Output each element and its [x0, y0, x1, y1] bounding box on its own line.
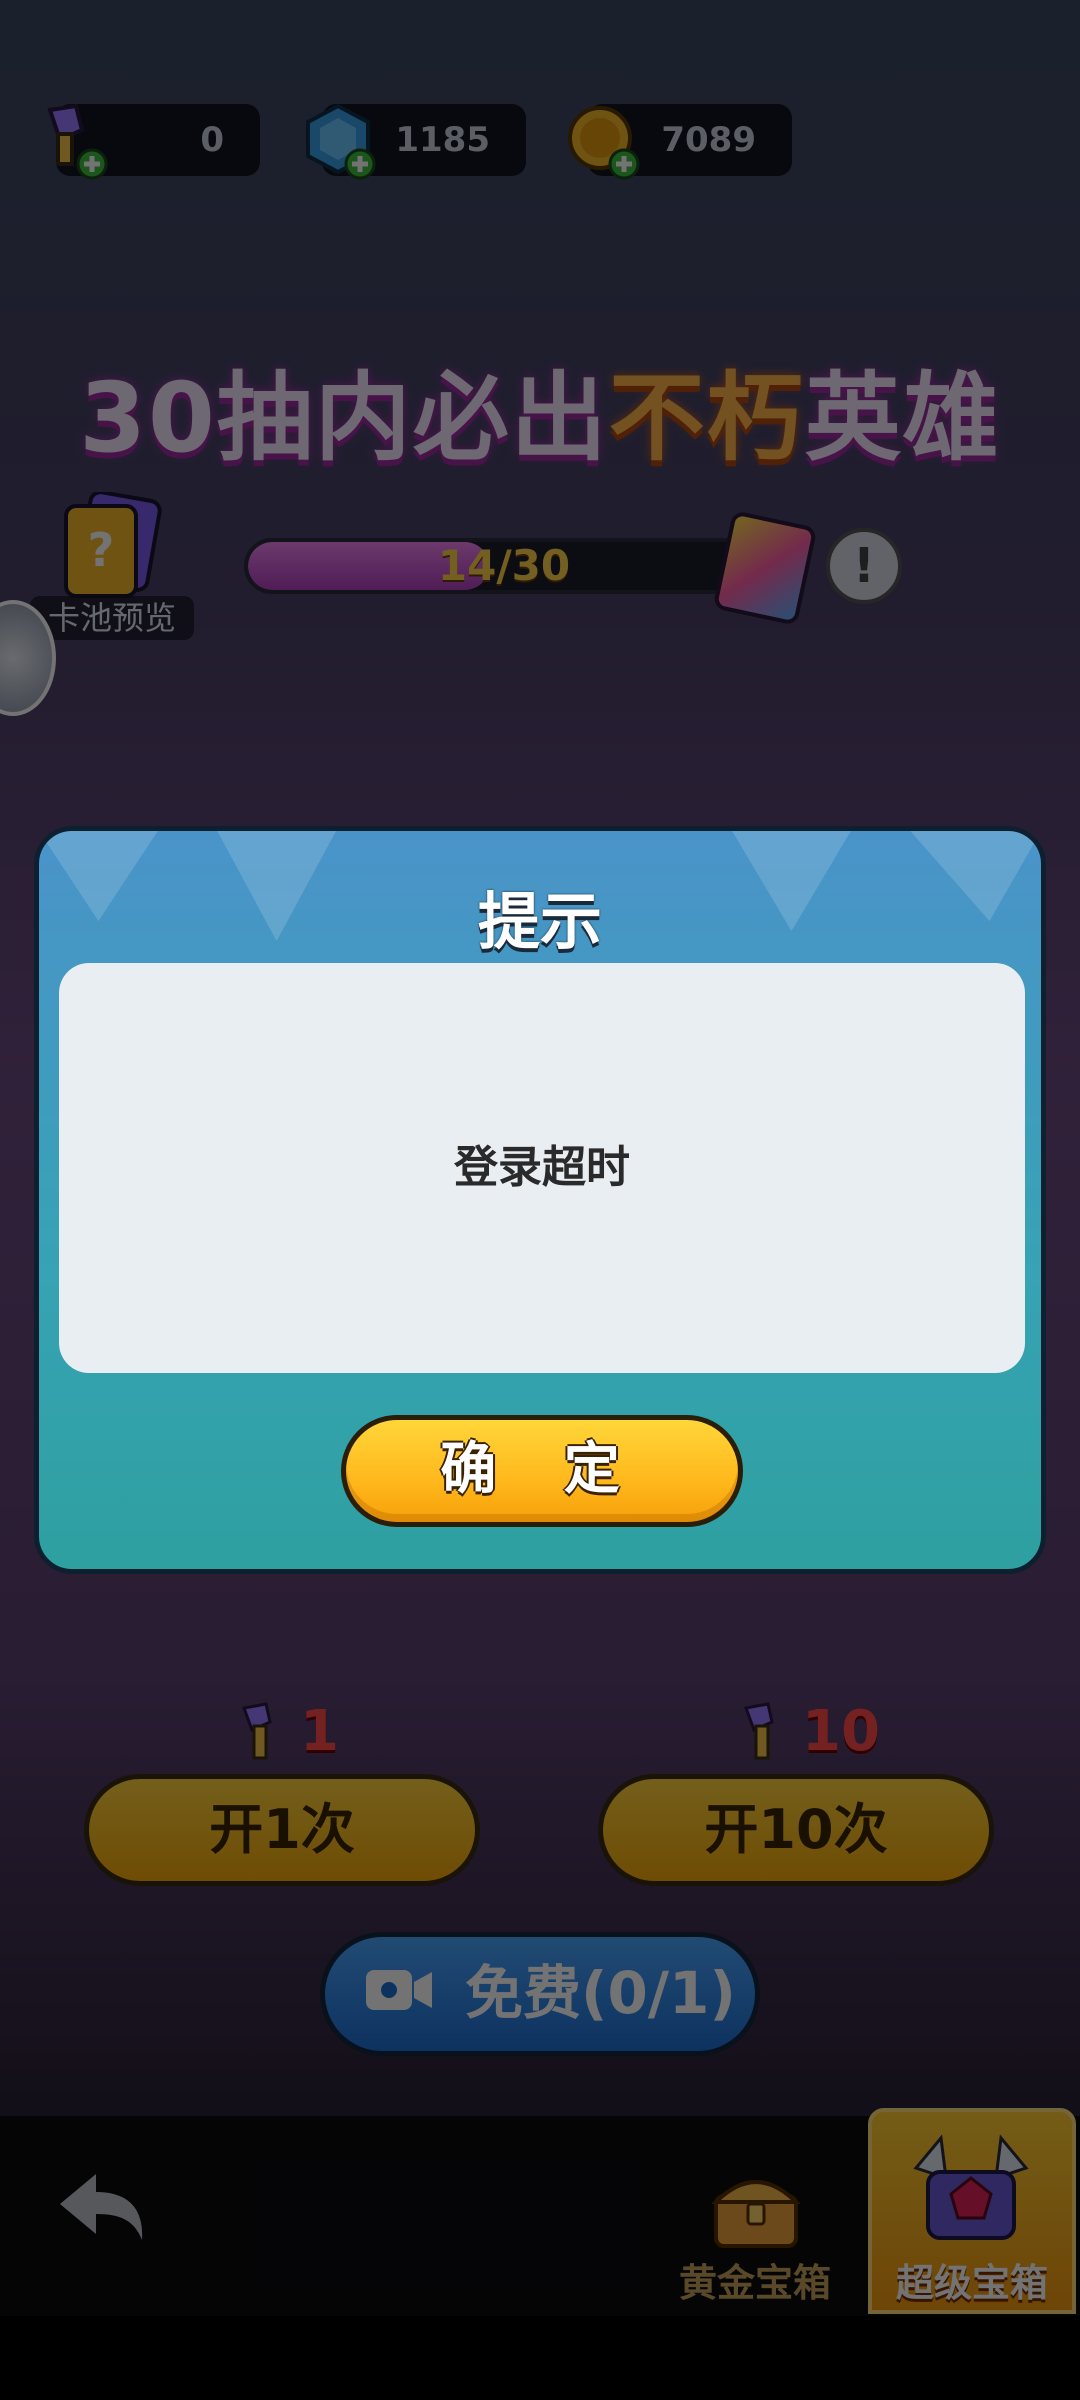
gem-count: 1185: [395, 120, 490, 160]
info-button[interactable]: !: [826, 528, 902, 604]
open-once-button[interactable]: 开1次: [84, 1774, 480, 1886]
guarantee-headline: 30抽内必出不朽英雄: [0, 340, 1080, 479]
headline-suffix: 英雄: [804, 362, 1001, 474]
back-arrow-icon[interactable]: [56, 2170, 146, 2246]
system-nav-strip: [0, 2316, 1080, 2400]
video-camera-icon: [366, 1970, 432, 2010]
gem-plus-icon[interactable]: [298, 100, 382, 184]
open-ten-cost: 10: [802, 1699, 880, 1764]
super-chest-label: 超级宝箱: [895, 2261, 1048, 2305]
card-pool-icon[interactable]: ?: [60, 492, 164, 602]
headline-highlight: 不朽: [608, 362, 805, 474]
super-chest-icon: [913, 2134, 1029, 2240]
key-icon: [241, 1702, 272, 1760]
dialog-title: 提示: [477, 885, 602, 958]
key-plus-icon[interactable]: [30, 100, 114, 184]
open-ten-button[interactable]: 开10次: [598, 1774, 994, 1886]
dialog-message: 登录超时: [454, 1142, 630, 1193]
confirm-button[interactable]: 确 定: [341, 1415, 743, 1527]
coin-count: 7089: [661, 120, 756, 160]
headline-prefix: 30抽内必出: [79, 362, 609, 474]
dialog-body: 登录超时: [59, 963, 1025, 1373]
coin-plus-icon[interactable]: [562, 100, 646, 184]
progress-text: 14/30: [437, 541, 571, 590]
pool-preview-button[interactable]: 卡池预览: [30, 596, 194, 640]
gold-chest-tab[interactable]: 黄金宝箱: [660, 2252, 850, 2307]
immortal-hero-card-icon: [712, 510, 818, 626]
open-once-cost: 1: [300, 1699, 339, 1764]
key-icon: [743, 1702, 774, 1760]
gold-chest-icon: [711, 2180, 801, 2248]
key-count: 0: [200, 120, 224, 160]
svg-text:?: ?: [88, 523, 115, 577]
alert-dialog: 提示 登录超时 确 定: [34, 826, 1046, 1574]
